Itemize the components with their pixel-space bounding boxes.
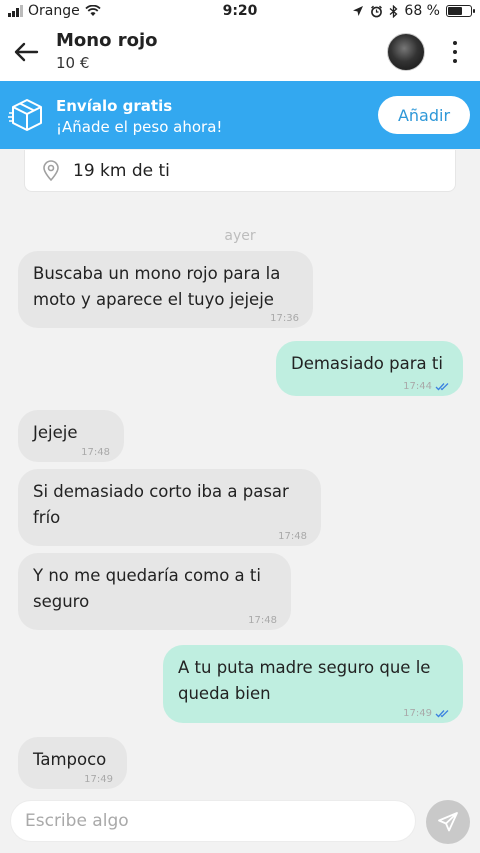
send-button[interactable] (426, 800, 470, 844)
status-bar: Orange 9:20 68 % (0, 0, 480, 24)
battery-icon (446, 5, 475, 17)
message-incoming[interactable]: Si demasiado corto iba a pasar frío 17:48 (18, 469, 321, 546)
message-text: Si demasiado corto iba a pasar frío (33, 482, 289, 527)
promo-subtitle: ¡Añade el peso ahora! (56, 118, 223, 136)
message-time: 17:48 (81, 447, 110, 458)
message-text: Jejeje (33, 423, 78, 442)
alarm-icon (371, 5, 383, 17)
message-incoming[interactable]: Tampoco 17:49 (18, 737, 127, 789)
message-time: 17:49 (84, 774, 113, 785)
message-time: 17:44 (403, 381, 451, 392)
message-incoming[interactable]: Y no me quedaría como a ti seguro 17:48 (18, 553, 291, 630)
message-input[interactable]: Escribe algo (10, 800, 416, 842)
message-text: A tu puta madre seguro que le queda bien (178, 658, 431, 703)
location-pin-icon (43, 160, 59, 182)
message-text: Buscaba un mono rojo para la moto y apare… (33, 264, 281, 309)
arrow-left-icon (14, 42, 39, 62)
message-text: Y no me quedaría como a ti seguro (33, 566, 261, 611)
avatar[interactable] (387, 33, 425, 71)
back-button[interactable] (10, 36, 42, 68)
item-title[interactable]: Mono rojo (56, 30, 158, 51)
location-distance: 19 km de ti (73, 161, 170, 181)
day-divider: ayer (224, 228, 256, 244)
battery-percentage: 68 % (404, 3, 440, 19)
location-arrow-icon (353, 6, 364, 16)
message-outgoing[interactable]: A tu puta madre seguro que le queda bien … (163, 645, 463, 723)
read-ticks-icon (435, 710, 449, 718)
message-text: Tampoco (33, 750, 107, 769)
send-icon (438, 812, 458, 832)
location-card: 19 km de ti (24, 150, 456, 192)
more-vertical-icon (453, 41, 457, 63)
message-time: 17:48 (248, 615, 277, 626)
bluetooth-icon (390, 4, 398, 18)
item-price: 10 € (56, 54, 90, 72)
read-ticks-icon (435, 383, 449, 391)
message-incoming[interactable]: Buscaba un mono rojo para la moto y apare… (18, 251, 313, 328)
promo-title: Envíalo gratis (56, 97, 173, 115)
message-time: 17:49 (403, 708, 451, 719)
status-right: 68 % (352, 3, 475, 19)
composer-bar: Escribe algo (0, 790, 480, 853)
free-shipping-banner: Envíalo gratis ¡Añade el peso ahora! Aña… (0, 81, 480, 149)
message-text: Demasiado para ti (291, 354, 443, 373)
add-weight-button[interactable]: Añadir (378, 96, 470, 134)
package-icon (8, 99, 42, 131)
chat-header: Mono rojo 10 € (0, 24, 480, 81)
more-options-button[interactable] (443, 36, 467, 68)
message-time: 17:36 (270, 313, 299, 324)
message-time: 17:48 (278, 531, 307, 542)
message-outgoing[interactable]: Demasiado para ti 17:44 (276, 341, 463, 396)
message-incoming[interactable]: Jejeje 17:48 (18, 410, 124, 462)
message-input-placeholder: Escribe algo (25, 811, 129, 831)
